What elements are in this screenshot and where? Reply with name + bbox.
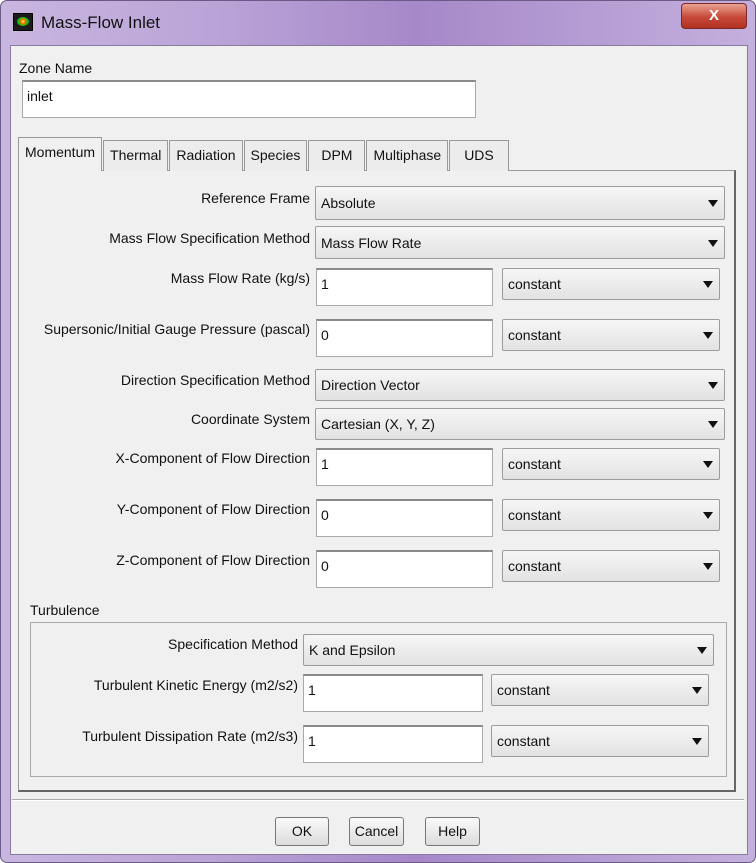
gauge-pressure-input[interactable]: 0 [316, 319, 493, 357]
ok-button[interactable]: OK [275, 817, 329, 846]
reference-frame-select[interactable]: Absolute [315, 186, 725, 220]
turbulence-spec-method-value: K and Epsilon [309, 642, 396, 658]
mass-flow-spec-value: Mass Flow Rate [321, 234, 422, 251]
y-component-label: Y-Component of Flow Direction [116, 501, 310, 517]
mass-flow-rate-label: Mass Flow Rate (kg/s) [170, 270, 310, 286]
tke-label: Turbulent Kinetic Energy (m2/s2) [93, 677, 298, 693]
chevron-down-icon [692, 738, 702, 745]
chevron-down-icon [708, 382, 718, 389]
z-component-profile-value: constant [508, 558, 561, 574]
chevron-down-icon [692, 687, 702, 694]
tke-profile-select[interactable]: constant [491, 674, 709, 706]
tdr-profile-select[interactable]: constant [491, 725, 709, 757]
zone-name-label: Zone Name [19, 60, 93, 76]
reference-frame-label: Reference Frame [201, 190, 310, 206]
z-component-input[interactable]: 0 [316, 550, 493, 588]
tab-uds[interactable]: UDS [449, 140, 509, 171]
close-button[interactable]: X [681, 3, 747, 29]
chevron-down-icon [708, 421, 718, 428]
x-component-profile-select[interactable]: constant [502, 448, 720, 480]
reference-frame-value: Absolute [321, 195, 376, 211]
tab-thermal[interactable]: Thermal [103, 140, 169, 171]
chevron-down-icon [708, 239, 718, 247]
coordinate-system-value: Cartesian (X, Y, Z) [321, 416, 435, 432]
chevron-down-icon [703, 332, 713, 339]
coordinate-system-select[interactable]: Cartesian (X, Y, Z) [315, 408, 725, 440]
window-title: Mass-Flow Inlet [41, 13, 161, 32]
tdr-label: Turbulent Dissipation Rate (m2/s3) [82, 728, 298, 744]
zone-name-input[interactable]: inlet [22, 80, 476, 118]
tab-species[interactable]: Species [243, 140, 308, 171]
separator [12, 799, 744, 801]
tdr-input[interactable]: 1 [303, 725, 483, 763]
chevron-down-icon [703, 563, 713, 570]
tab-radiation[interactable]: Radiation [169, 140, 243, 171]
mass-flow-rate-profile-select[interactable]: constant [502, 268, 720, 300]
mass-flow-spec-label: Mass Flow Specification Method [109, 230, 310, 246]
coordinate-system-label: Coordinate System [190, 411, 310, 427]
y-component-input[interactable]: 0 [316, 499, 493, 537]
z-component-label: Z-Component of Flow Direction [116, 552, 310, 568]
tab-momentum[interactable]: Momentum [18, 137, 103, 171]
tke-profile-value: constant [497, 682, 550, 698]
y-component-profile-select[interactable]: constant [502, 499, 720, 531]
mass-flow-rate-profile-value: constant [508, 276, 561, 292]
chevron-down-icon [703, 512, 713, 519]
turbulence-spec-method-label: Specification Method [168, 636, 298, 652]
tab-bar: Momentum Thermal Radiation Species DPM M… [18, 137, 510, 171]
direction-spec-value: Direction Vector [321, 377, 420, 393]
turbulence-spec-method-select[interactable]: K and Epsilon [303, 634, 714, 666]
chevron-down-icon [708, 200, 718, 207]
direction-spec-label: Direction Specification Method [120, 372, 310, 388]
turbulence-label: Turbulence [30, 602, 100, 618]
gauge-pressure-label: Supersonic/Initial Gauge Pressure (pasca… [43, 321, 310, 337]
x-component-profile-value: constant [508, 456, 561, 472]
tab-dpm[interactable]: DPM [308, 140, 366, 171]
x-component-input[interactable]: 1 [316, 448, 493, 486]
mass-flow-rate-input[interactable]: 1 [316, 268, 493, 306]
chevron-down-icon [703, 281, 713, 288]
tke-input[interactable]: 1 [303, 674, 483, 712]
z-component-profile-select[interactable]: constant [502, 550, 720, 582]
chevron-down-icon [697, 647, 707, 654]
chevron-down-icon [703, 461, 713, 468]
tab-multiphase[interactable]: Multiphase [366, 140, 449, 171]
direction-spec-select[interactable]: Direction Vector [315, 369, 725, 401]
cancel-button[interactable]: Cancel [349, 817, 404, 846]
y-component-profile-value: constant [508, 507, 561, 523]
gauge-pressure-profile-select[interactable]: constant [502, 319, 720, 351]
fluent-app-icon [13, 13, 33, 31]
tdr-profile-value: constant [497, 733, 550, 749]
gauge-pressure-profile-value: constant [508, 327, 561, 343]
mass-flow-spec-select[interactable]: Mass Flow Rate [315, 226, 725, 259]
x-component-label: X-Component of Flow Direction [115, 450, 310, 466]
help-button[interactable]: Help [425, 817, 480, 846]
